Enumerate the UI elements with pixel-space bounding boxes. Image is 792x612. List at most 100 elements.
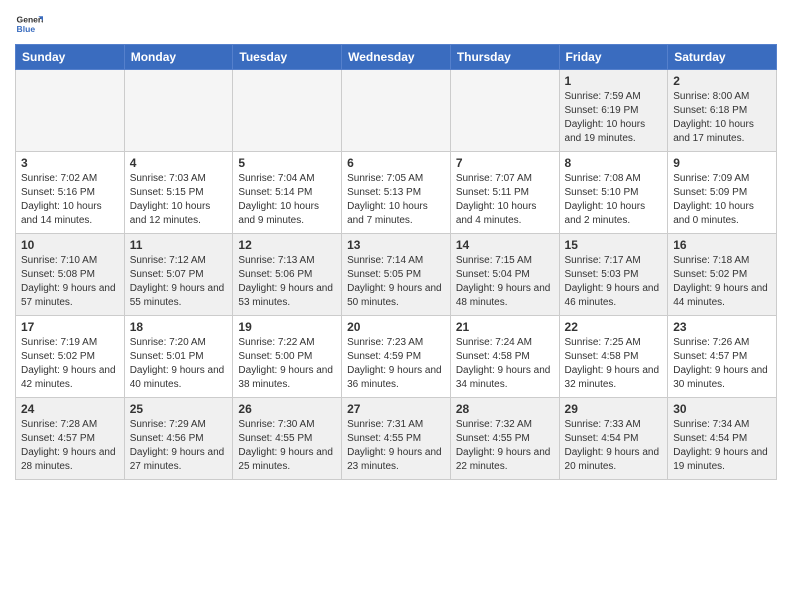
day-number: 21 bbox=[456, 320, 554, 334]
calendar-cell: 8 Sunrise: 7:08 AMSunset: 5:10 PMDaylight… bbox=[559, 152, 668, 234]
calendar-cell: 29 Sunrise: 7:33 AMSunset: 4:54 PMDayligh… bbox=[559, 398, 668, 480]
week-row-2: 3 Sunrise: 7:02 AMSunset: 5:16 PMDaylight… bbox=[16, 152, 777, 234]
day-number: 24 bbox=[21, 402, 119, 416]
day-info: Sunrise: 7:22 AMSunset: 5:00 PMDaylight:… bbox=[238, 336, 336, 392]
day-info: Sunrise: 7:08 AMSunset: 5:10 PMDaylight:… bbox=[565, 172, 663, 228]
day-info: Sunrise: 7:28 AMSunset: 4:57 PMDaylight:… bbox=[21, 418, 119, 474]
calendar-cell: 7 Sunrise: 7:07 AMSunset: 5:11 PMDaylight… bbox=[450, 152, 559, 234]
weekday-header-tuesday: Tuesday bbox=[233, 45, 342, 70]
weekday-header-sunday: Sunday bbox=[16, 45, 125, 70]
day-info: Sunrise: 7:12 AMSunset: 5:07 PMDaylight:… bbox=[130, 254, 228, 310]
day-info: Sunrise: 7:31 AMSunset: 4:55 PMDaylight:… bbox=[347, 418, 445, 474]
day-number: 5 bbox=[238, 156, 336, 170]
svg-text:Blue: Blue bbox=[17, 24, 36, 34]
day-info: Sunrise: 7:34 AMSunset: 4:54 PMDaylight:… bbox=[673, 418, 771, 474]
weekday-header-thursday: Thursday bbox=[450, 45, 559, 70]
calendar-cell: 9Sunrise: 7:09 AMSunset: 5:09 PMDaylight… bbox=[668, 152, 777, 234]
day-info: Sunrise: 7:29 AMSunset: 4:56 PMDaylight:… bbox=[130, 418, 228, 474]
calendar-cell: 4 Sunrise: 7:03 AMSunset: 5:15 PMDaylight… bbox=[124, 152, 233, 234]
day-info: Sunrise: 7:23 AMSunset: 4:59 PMDaylight:… bbox=[347, 336, 445, 392]
day-number: 7 bbox=[456, 156, 554, 170]
logo: General Blue bbox=[15, 10, 43, 38]
day-number: 15 bbox=[565, 238, 663, 252]
calendar-cell: 19 Sunrise: 7:22 AMSunset: 5:00 PMDayligh… bbox=[233, 316, 342, 398]
day-info: Sunrise: 7:10 AMSunset: 5:08 PMDaylight:… bbox=[21, 254, 119, 310]
calendar-cell: 11 Sunrise: 7:12 AMSunset: 5:07 PMDayligh… bbox=[124, 234, 233, 316]
weekday-header-saturday: Saturday bbox=[668, 45, 777, 70]
calendar-cell: 21Sunrise: 7:24 AMSunset: 4:58 PMDayligh… bbox=[450, 316, 559, 398]
day-number: 14 bbox=[456, 238, 554, 252]
calendar-cell bbox=[233, 70, 342, 152]
day-number: 6 bbox=[347, 156, 445, 170]
day-number: 16 bbox=[673, 238, 771, 252]
day-info: Sunrise: 7:19 AMSunset: 5:02 PMDaylight:… bbox=[21, 336, 119, 392]
week-row-5: 24 Sunrise: 7:28 AMSunset: 4:57 PMDayligh… bbox=[16, 398, 777, 480]
day-info: Sunrise: 7:15 AMSunset: 5:04 PMDaylight:… bbox=[456, 254, 554, 310]
day-number: 3 bbox=[21, 156, 119, 170]
day-number: 18 bbox=[130, 320, 228, 334]
calendar-cell: 24 Sunrise: 7:28 AMSunset: 4:57 PMDayligh… bbox=[16, 398, 125, 480]
day-info: Sunrise: 7:17 AMSunset: 5:03 PMDaylight:… bbox=[565, 254, 663, 310]
calendar-cell: 5 Sunrise: 7:04 AMSunset: 5:14 PMDaylight… bbox=[233, 152, 342, 234]
svg-text:General: General bbox=[17, 14, 43, 24]
day-number: 28 bbox=[456, 402, 554, 416]
day-number: 27 bbox=[347, 402, 445, 416]
day-info: Sunrise: 7:20 AMSunset: 5:01 PMDaylight:… bbox=[130, 336, 228, 392]
calendar-cell bbox=[342, 70, 451, 152]
calendar-cell: 28 Sunrise: 7:32 AMSunset: 4:55 PMDayligh… bbox=[450, 398, 559, 480]
day-info: Sunrise: 7:03 AMSunset: 5:15 PMDaylight:… bbox=[130, 172, 228, 228]
day-info: Sunrise: 7:26 AMSunset: 4:57 PMDaylight:… bbox=[673, 336, 771, 392]
day-number: 12 bbox=[238, 238, 336, 252]
day-info: Sunrise: 7:59 AMSunset: 6:19 PMDaylight:… bbox=[565, 90, 663, 146]
day-number: 8 bbox=[565, 156, 663, 170]
week-row-4: 17Sunrise: 7:19 AMSunset: 5:02 PMDayligh… bbox=[16, 316, 777, 398]
calendar-cell bbox=[450, 70, 559, 152]
calendar-cell: 2Sunrise: 8:00 AMSunset: 6:18 PMDaylight… bbox=[668, 70, 777, 152]
calendar-cell: 23 Sunrise: 7:26 AMSunset: 4:57 PMDayligh… bbox=[668, 316, 777, 398]
day-info: Sunrise: 7:30 AMSunset: 4:55 PMDaylight:… bbox=[238, 418, 336, 474]
day-number: 30 bbox=[673, 402, 771, 416]
day-number: 20 bbox=[347, 320, 445, 334]
calendar-cell: 16 Sunrise: 7:18 AMSunset: 5:02 PMDayligh… bbox=[668, 234, 777, 316]
calendar-cell: 10 Sunrise: 7:10 AMSunset: 5:08 PMDayligh… bbox=[16, 234, 125, 316]
week-row-1: 1Sunrise: 7:59 AMSunset: 6:19 PMDaylight… bbox=[16, 70, 777, 152]
day-info: Sunrise: 7:25 AMSunset: 4:58 PMDaylight:… bbox=[565, 336, 663, 392]
day-number: 13 bbox=[347, 238, 445, 252]
day-info: Sunrise: 7:33 AMSunset: 4:54 PMDaylight:… bbox=[565, 418, 663, 474]
calendar-cell: 25 Sunrise: 7:29 AMSunset: 4:56 PMDayligh… bbox=[124, 398, 233, 480]
calendar-cell: 27 Sunrise: 7:31 AMSunset: 4:55 PMDayligh… bbox=[342, 398, 451, 480]
day-number: 19 bbox=[238, 320, 336, 334]
day-number: 10 bbox=[21, 238, 119, 252]
calendar-cell bbox=[124, 70, 233, 152]
calendar-cell: 30 Sunrise: 7:34 AMSunset: 4:54 PMDayligh… bbox=[668, 398, 777, 480]
day-number: 4 bbox=[130, 156, 228, 170]
week-row-3: 10 Sunrise: 7:10 AMSunset: 5:08 PMDayligh… bbox=[16, 234, 777, 316]
logo-icon: General Blue bbox=[15, 10, 43, 38]
calendar-cell: 12 Sunrise: 7:13 AMSunset: 5:06 PMDayligh… bbox=[233, 234, 342, 316]
day-number: 9 bbox=[673, 156, 771, 170]
day-number: 26 bbox=[238, 402, 336, 416]
day-number: 25 bbox=[130, 402, 228, 416]
day-info: Sunrise: 7:04 AMSunset: 5:14 PMDaylight:… bbox=[238, 172, 336, 228]
day-info: Sunrise: 7:13 AMSunset: 5:06 PMDaylight:… bbox=[238, 254, 336, 310]
day-info: Sunrise: 8:00 AMSunset: 6:18 PMDaylight:… bbox=[673, 90, 771, 146]
day-number: 29 bbox=[565, 402, 663, 416]
calendar-cell: 26 Sunrise: 7:30 AMSunset: 4:55 PMDayligh… bbox=[233, 398, 342, 480]
calendar-cell: 18 Sunrise: 7:20 AMSunset: 5:01 PMDayligh… bbox=[124, 316, 233, 398]
day-info: Sunrise: 7:14 AMSunset: 5:05 PMDaylight:… bbox=[347, 254, 445, 310]
day-info: Sunrise: 7:05 AMSunset: 5:13 PMDaylight:… bbox=[347, 172, 445, 228]
calendar-table: SundayMondayTuesdayWednesdayThursdayFrid… bbox=[15, 44, 777, 480]
calendar-cell bbox=[16, 70, 125, 152]
weekday-header-friday: Friday bbox=[559, 45, 668, 70]
day-number: 23 bbox=[673, 320, 771, 334]
day-info: Sunrise: 7:18 AMSunset: 5:02 PMDaylight:… bbox=[673, 254, 771, 310]
day-number: 11 bbox=[130, 238, 228, 252]
calendar-cell: 6 Sunrise: 7:05 AMSunset: 5:13 PMDaylight… bbox=[342, 152, 451, 234]
weekday-header-wednesday: Wednesday bbox=[342, 45, 451, 70]
day-info: Sunrise: 7:32 AMSunset: 4:55 PMDaylight:… bbox=[456, 418, 554, 474]
day-info: Sunrise: 7:02 AMSunset: 5:16 PMDaylight:… bbox=[21, 172, 119, 228]
day-info: Sunrise: 7:07 AMSunset: 5:11 PMDaylight:… bbox=[456, 172, 554, 228]
calendar-cell: 13 Sunrise: 7:14 AMSunset: 5:05 PMDayligh… bbox=[342, 234, 451, 316]
calendar-cell: 15 Sunrise: 7:17 AMSunset: 5:03 PMDayligh… bbox=[559, 234, 668, 316]
calendar-cell: 1Sunrise: 7:59 AMSunset: 6:19 PMDaylight… bbox=[559, 70, 668, 152]
